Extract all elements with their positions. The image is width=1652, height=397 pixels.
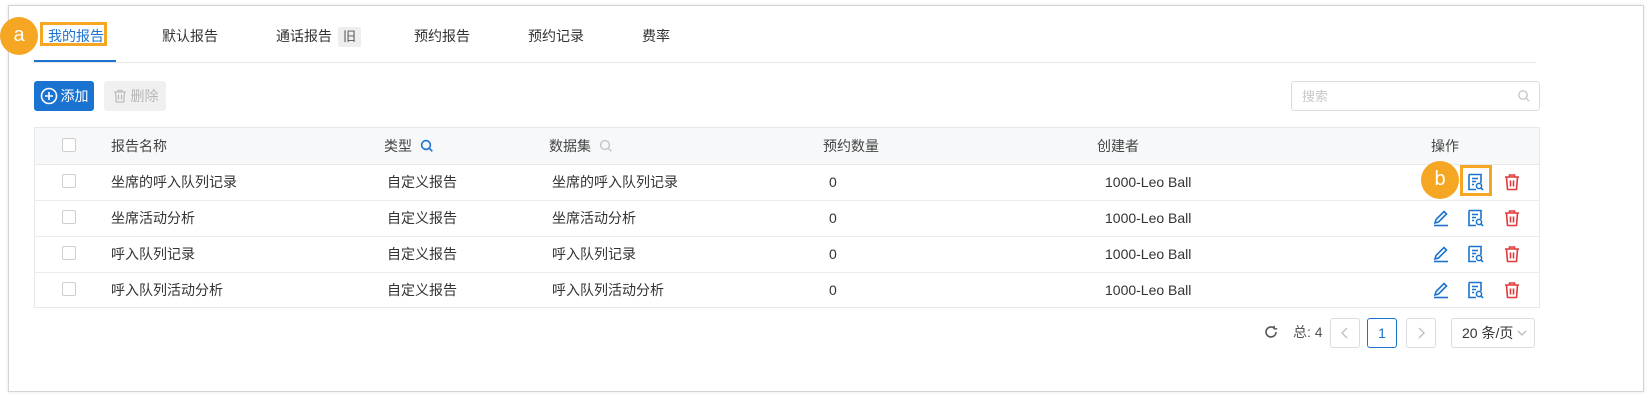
active-tab-indicator [34, 60, 116, 62]
delete-report-button[interactable] [1502, 244, 1522, 264]
cell-creator: 1000-Leo Ball [1105, 210, 1192, 226]
edit-icon [1433, 210, 1448, 227]
delete-icon [1505, 210, 1519, 227]
delete-report-button[interactable] [1502, 280, 1522, 300]
delete-icon [1505, 174, 1519, 191]
cell-scheduled-count: 0 [829, 210, 837, 226]
prev-page-button[interactable] [1330, 318, 1360, 348]
page-size-label: 20 条/页 [1462, 325, 1514, 341]
cell-dataset: 呼入队列记录 [552, 246, 636, 262]
chevron-down-icon [1517, 330, 1527, 336]
next-page-button[interactable] [1406, 318, 1436, 348]
delete-report-button[interactable] [1502, 172, 1522, 192]
row-checkbox[interactable] [62, 210, 76, 224]
tab-rates[interactable]: 费率 [642, 20, 670, 62]
row-checkbox[interactable] [62, 282, 76, 296]
cell-report-name[interactable]: 呼入队列活动分析 [111, 272, 223, 308]
cell-creator: 1000-Leo Ball [1105, 282, 1192, 298]
tab-my-reports[interactable]: 我的报告 [48, 20, 104, 62]
view-report-button[interactable] [1465, 244, 1485, 264]
header-actions: 操作 [1431, 138, 1459, 154]
header-dataset-label: 数据集 [549, 138, 591, 154]
cell-type: 自定义报告 [387, 246, 457, 262]
search-box [1291, 81, 1540, 111]
view-report-icon [1468, 173, 1484, 191]
callout-b: b [1421, 161, 1459, 199]
page-size-select[interactable]: 20 条/页 [1451, 318, 1535, 348]
cell-creator: 1000-Leo Ball [1105, 174, 1192, 190]
view-report-icon [1468, 281, 1484, 299]
delete-button[interactable]: 删除 [104, 81, 166, 111]
cell-dataset: 坐席的呼入队列记录 [552, 174, 678, 190]
header-type: 类型 [384, 128, 434, 164]
delete-report-button[interactable] [1502, 208, 1522, 228]
table-row: 呼入队列记录 自定义报告 呼入队列记录 0 1000-Leo Ball [35, 236, 1539, 273]
header-report-name: 报告名称 [111, 138, 167, 154]
table-row: 坐席的呼入队列记录 自定义报告 坐席的呼入队列记录 0 1000-Leo Bal… [35, 164, 1539, 201]
legacy-badge: 旧 [338, 27, 362, 47]
cell-report-name[interactable]: 坐席活动分析 [111, 200, 195, 236]
cell-report-name[interactable]: 坐席的呼入队列记录 [111, 164, 237, 200]
tab-default-reports[interactable]: 默认报告 [162, 20, 218, 62]
chevron-right-icon [1418, 327, 1425, 339]
tab-bar: 我的报告 默认报告 通话报告旧 预约报告 预约记录 费率 [34, 20, 1536, 63]
chevron-left-icon [1341, 327, 1348, 339]
header-dataset: 数据集 [549, 128, 613, 164]
trash-icon [113, 89, 126, 103]
row-checkbox[interactable] [62, 246, 76, 260]
cell-dataset: 呼入队列活动分析 [552, 282, 664, 298]
cell-type: 自定义报告 [387, 282, 457, 298]
edit-icon [1433, 246, 1448, 263]
cell-type: 自定义报告 [387, 174, 457, 190]
view-report-icon [1468, 209, 1484, 227]
reports-table: 报告名称 类型 数据集 预约数量 创建者 操作 坐席的呼入队列记录 自定义报告 … [34, 127, 1540, 308]
tab-scheduled-records[interactable]: 预约记录 [528, 20, 584, 62]
tab-call-reports[interactable]: 通话报告旧 [276, 20, 362, 62]
view-report-button[interactable] [1465, 208, 1485, 228]
table-header: 报告名称 类型 数据集 预约数量 创建者 操作 [35, 128, 1539, 165]
select-all-checkbox[interactable] [62, 138, 76, 152]
view-report-button[interactable] [1465, 172, 1485, 192]
header-creator: 创建者 [1097, 138, 1139, 154]
table-row: 呼入队列活动分析 自定义报告 呼入队列活动分析 0 1000-Leo Ball [35, 272, 1539, 308]
refresh-icon[interactable] [1263, 324, 1279, 340]
filter-search-icon[interactable] [420, 139, 434, 153]
search-icon[interactable] [1517, 89, 1531, 103]
view-report-icon [1468, 245, 1484, 263]
cell-type: 自定义报告 [387, 210, 457, 226]
cell-scheduled-count: 0 [829, 174, 837, 190]
header-type-label: 类型 [384, 138, 412, 154]
edit-report-button[interactable] [1431, 244, 1451, 264]
tab-call-reports-label: 通话报告 [276, 28, 332, 44]
add-button-label: 添加 [60, 88, 89, 104]
row-checkbox[interactable] [62, 174, 76, 188]
edit-report-button[interactable] [1431, 208, 1451, 228]
delete-button-label: 删除 [130, 88, 159, 104]
view-report-button[interactable] [1465, 280, 1485, 300]
cell-report-name[interactable]: 呼入队列记录 [111, 236, 195, 272]
page-number-button[interactable]: 1 [1367, 318, 1397, 348]
plus-circle-icon [40, 87, 57, 105]
filter-search-icon[interactable] [599, 139, 613, 153]
cell-dataset: 坐席活动分析 [552, 210, 636, 226]
cell-scheduled-count: 0 [829, 282, 837, 298]
cell-creator: 1000-Leo Ball [1105, 246, 1192, 262]
tab-scheduled-reports[interactable]: 预约报告 [414, 20, 470, 62]
header-scheduled-count: 预约数量 [823, 138, 879, 154]
delete-icon [1505, 246, 1519, 263]
edit-icon [1433, 282, 1448, 299]
delete-icon [1505, 282, 1519, 299]
total-count: 总: 4 [1293, 324, 1323, 340]
add-button[interactable]: 添加 [34, 81, 94, 111]
edit-report-button[interactable] [1431, 280, 1451, 300]
search-input[interactable] [1292, 82, 1512, 110]
cell-scheduled-count: 0 [829, 246, 837, 262]
callout-a: a [0, 17, 38, 55]
table-row: 坐席活动分析 自定义报告 坐席活动分析 0 1000-Leo Ball [35, 200, 1539, 237]
